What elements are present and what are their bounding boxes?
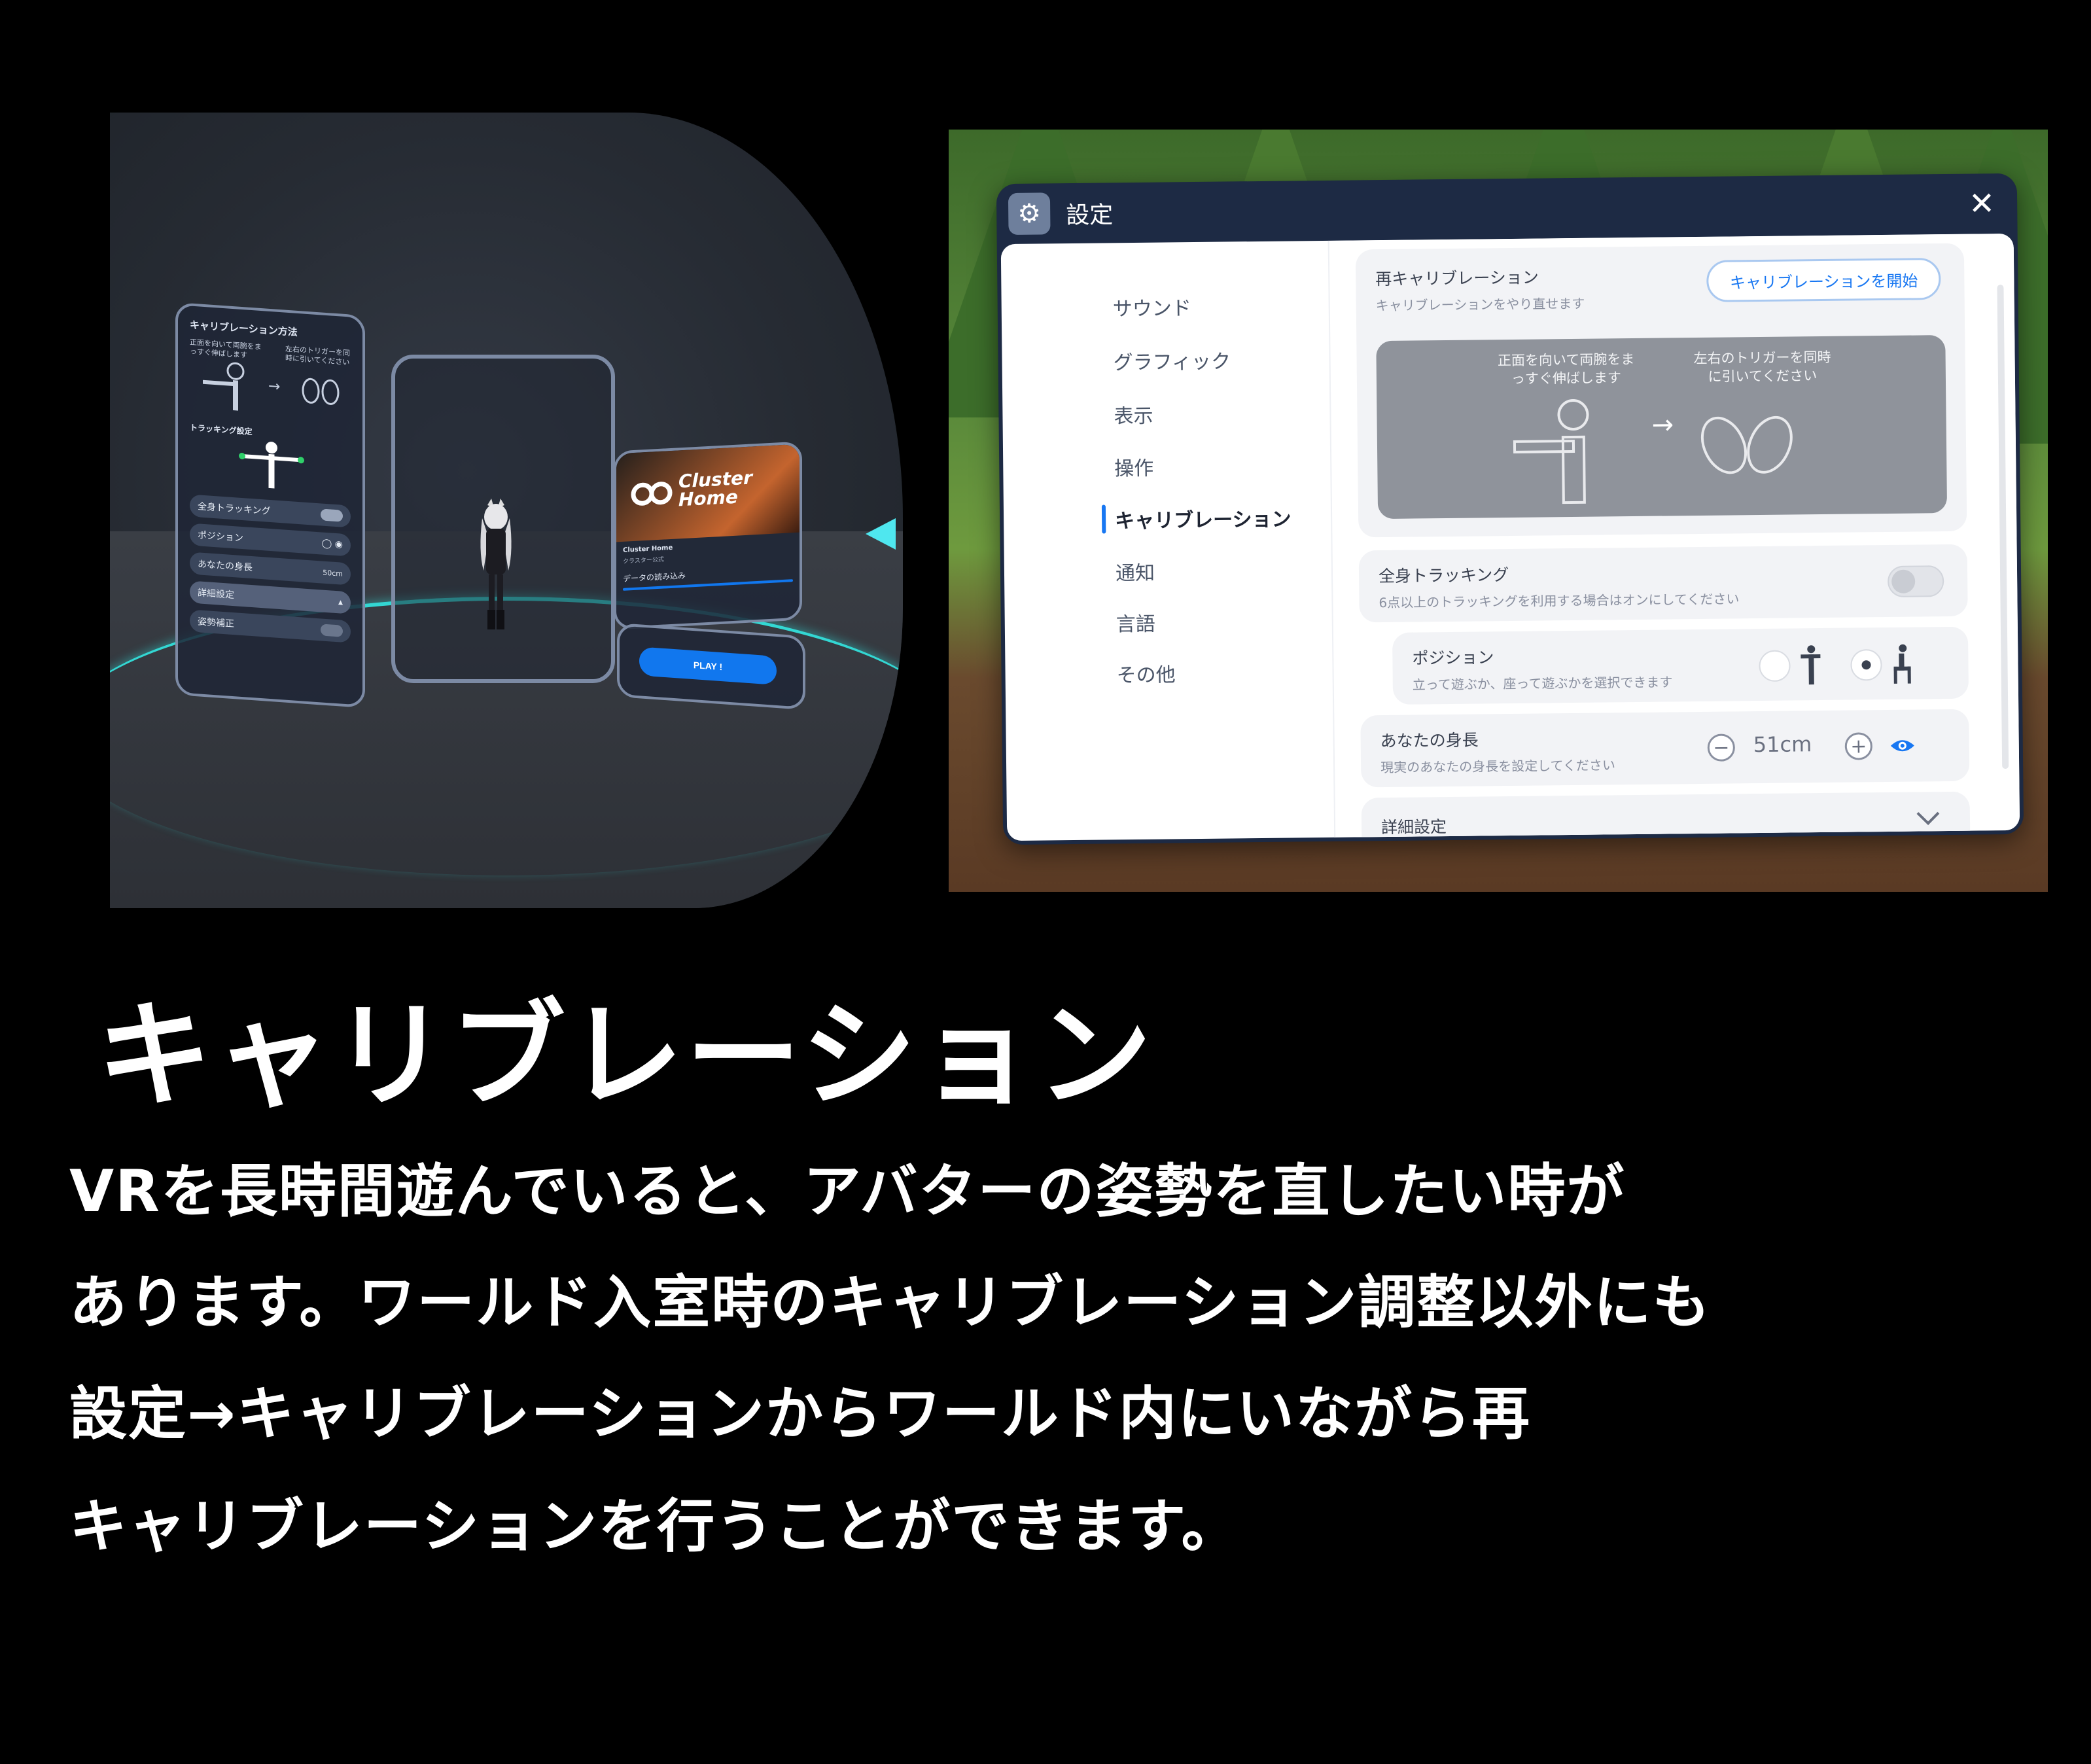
avatar-figure [480,499,512,629]
height-subtitle: 現実のあなたの身長を設定してください [1380,757,1616,776]
position-subtitle: 立って遊ぶか、座って遊ぶかを選択できます [1412,674,1673,693]
posture-row[interactable]: 姿勢補正 [190,609,351,643]
step1-text: 正面を向いて両腕をま っすぐ伸ばします [1497,351,1635,387]
controllers-icon [1700,415,1793,474]
settings-screenshot: ⚙ 設定 ✕ サウンド グラフィック 表示 操作 キャリブレーション 通知 言語… [949,130,2048,892]
nav-item-calibration[interactable]: キャリブレーション [1115,503,1292,534]
settings-content: 再キャリブレーション キャリブレーションをやり直せます キャリブレーションを開始… [1327,233,2020,841]
cluster-logo-icon [631,482,673,506]
article-heading: キャリブレーション [97,989,1155,1123]
nav-item-other[interactable]: その他 [1116,658,1175,688]
play-button[interactable]: PLAY ! [639,646,777,685]
arrow-right-icon: → [1651,410,1674,440]
full-body-title: 全身トラッキング [1378,565,1509,586]
home-title-line2: Home [678,485,738,511]
vr-lobby-screenshot: キャリブレーション方法 正面を向いて両腕をまっすぐ伸ばします 左右のトリガーを同… [110,113,903,908]
settings-title: 設定 [1066,202,1114,230]
posture-label: 姿勢補正 [198,616,234,630]
nav-item-controls[interactable]: 操作 [1114,452,1153,482]
advanced-label: 詳細設定 [198,588,234,601]
position-label: ポジション [198,530,243,544]
full-body-card: 全身トラッキング 6点以上のトラッキングを利用する場合はオンにしてください [1358,544,1968,623]
advanced-row[interactable]: 詳細設定 ▴ [190,580,351,614]
standing-radio[interactable] [1759,650,1791,682]
nav-item-sound[interactable]: サウンド [1113,292,1191,321]
settings-window: ⚙ 設定 ✕ サウンド グラフィック 表示 操作 キャリブレーション 通知 言語… [996,173,2024,845]
recalibration-card: 再キャリブレーション キャリブレーションをやり直せます キャリブレーションを開始… [1355,243,1967,538]
nav-item-language[interactable]: 言語 [1116,608,1155,637]
advanced-title: 詳細設定 [1380,817,1447,838]
settings-scrollbar[interactable] [1997,285,2009,769]
cluster-home-banner: Cluster Home [616,444,800,542]
full-body-toggle[interactable] [321,508,343,522]
cluster-home-card: Cluster Home Cluster Home クラスター公式 データの読み込… [614,441,802,630]
article-line-4: キャリブレーションを行うことができます。 [69,1492,1240,1560]
recalibration-title: 再キャリブレーション [1375,268,1539,289]
svg-text:→: → [268,378,280,395]
position-card: ポジション 立って遊ぶか、座って遊ぶかを選択できます [1392,626,1969,705]
full-body-label: 全身トラッキング [198,501,271,518]
height-title: あなたの身長 [1380,730,1479,751]
arms-forward-figure-icon [1513,398,1589,504]
start-calibration-button[interactable]: キャリブレーションを開始 [1706,258,1941,302]
calibration-instruction-image: 正面を向いて両腕をま っすぐ伸ばします 左右のトリガーを同時 に引いてください … [1376,335,1948,520]
play-panel: PLAY ! [617,622,805,711]
recalibration-subtitle: キャリブレーションをやり直せます [1375,295,1585,314]
tpose-figure-icon [239,442,304,489]
position-title: ポジション [1412,648,1494,668]
chevron-up-icon: ▴ [338,597,343,608]
standing-person-icon [1801,645,1821,685]
height-value: 51cm [1753,732,1812,758]
article-line-3: 設定→キャリブレーションからワールド内にいながら再 [69,1380,1531,1447]
height-row[interactable]: あなたの身長 50cm [190,552,351,586]
nav-item-notifications[interactable]: 通知 [1116,557,1155,586]
calibration-illustration: → [203,362,340,411]
position-radio-icon[interactable]: ◯ ◉ [322,538,343,550]
carousel-arrow-icon[interactable] [866,518,896,550]
eye-icon[interactable] [1889,736,1916,756]
position-row[interactable]: ポジション ◯ ◉ [190,523,351,557]
nav-item-graphics[interactable]: グラフィック [1113,345,1231,375]
height-value: 50cm [323,568,343,578]
settings-body: サウンド グラフィック 表示 操作 キャリブレーション 通知 言語 その他 再キ… [1000,233,2020,841]
gear-icon: ⚙ [1008,192,1051,236]
posture-toggle[interactable] [321,624,343,637]
full-body-subtitle: 6点以上のトラッキングを利用する場合はオンにしてください [1379,591,1740,611]
nav-item-display[interactable]: 表示 [1114,400,1153,429]
chevron-down-icon[interactable] [1915,810,1941,826]
full-body-row[interactable]: 全身トラッキング [190,494,351,528]
sitting-person-icon [1893,644,1911,684]
height-increase-button[interactable]: + [1844,732,1873,760]
settings-sidebar: サウンド グラフィック 表示 操作 キャリブレーション 通知 言語 その他 [1001,241,1328,841]
nav-active-indicator [1101,504,1106,534]
step2-text: 左右のトリガーを同時 に引いてください [1693,349,1831,385]
height-label: あなたの身長 [198,559,253,574]
article-line-2: あります。ワールド入室時のキャリブレーション調整以外にも [69,1269,1712,1336]
sitting-radio[interactable] [1850,649,1882,681]
calibration-method-panel: キャリブレーション方法 正面を向いて両腕をまっすぐ伸ばします 左右のトリガーを同… [175,302,365,709]
article-line-1: VRを長時間遊んでいると、アバターの姿勢を直したい時が [69,1157,1626,1225]
height-decrease-button[interactable]: − [1707,733,1736,762]
full-body-toggle[interactable] [1887,565,1944,597]
advanced-card[interactable]: 詳細設定 [1361,791,1971,841]
close-button[interactable]: ✕ [1965,186,1999,221]
height-card: あなたの身長 現実のあなたの身長を設定してください − 51cm + [1360,709,1970,788]
settings-header: ⚙ 設定 ✕ [996,173,2018,244]
